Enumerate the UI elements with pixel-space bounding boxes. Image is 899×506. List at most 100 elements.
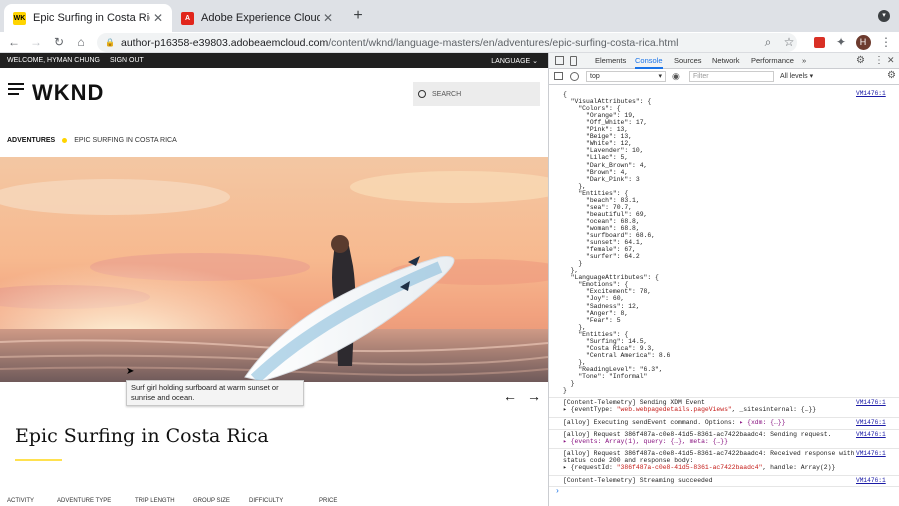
search-placeholder: SEARCH bbox=[432, 90, 462, 98]
new-tab-button[interactable]: + bbox=[350, 7, 366, 25]
sign-out-link[interactable]: SIGN OUT bbox=[110, 57, 144, 64]
console-source-link[interactable]: VM1476:1 bbox=[856, 399, 886, 406]
wknd-favicon-icon: WK bbox=[13, 11, 26, 25]
tab-search-icon[interactable]: ▾ bbox=[878, 10, 890, 22]
devtools-tab-sources[interactable]: Sources bbox=[674, 53, 702, 69]
devtools-tab-elements[interactable]: Elements bbox=[595, 53, 626, 69]
json-line: }, bbox=[563, 358, 587, 366]
adobe-favicon-icon: A bbox=[181, 11, 194, 25]
hamburger-menu-icon[interactable] bbox=[8, 83, 24, 95]
profile-avatar[interactable]: H bbox=[855, 34, 871, 50]
image-alt-tooltip: Surf girl holding surfboard at warm suns… bbox=[126, 380, 304, 406]
wknd-logo[interactable]: WKND bbox=[32, 80, 104, 106]
json-line: }, bbox=[563, 323, 587, 331]
json-line: "Entities": { bbox=[563, 330, 629, 338]
clear-console-icon[interactable] bbox=[570, 72, 579, 81]
carousel-prev-arrow-icon[interactable]: ← bbox=[503, 388, 517, 404]
console-source-link[interactable]: VM1476:1 bbox=[856, 477, 886, 484]
json-line: "Entities": { bbox=[563, 189, 629, 197]
console-object-detail[interactable]: ▸ {events: Array(1), query: {…}, meta: {… bbox=[563, 438, 728, 445]
json-line: "female": 67, bbox=[563, 246, 636, 254]
console-output: VM1476:1 { "VisualAttributes": { "Colors… bbox=[549, 86, 899, 506]
console-separator bbox=[549, 475, 899, 476]
home-icon[interactable]: ⌂ bbox=[73, 34, 89, 50]
json-line: } bbox=[563, 380, 575, 388]
search-box[interactable]: SEARCH bbox=[413, 82, 540, 106]
json-line: } bbox=[563, 260, 583, 268]
json-line: "White": 12, bbox=[563, 140, 633, 148]
console-filter-input[interactable]: Filter bbox=[689, 71, 774, 82]
carousel-next-arrow-icon[interactable]: → bbox=[527, 388, 541, 404]
close-tab-icon[interactable]: ✕ bbox=[320, 11, 336, 25]
browser-menu-icon[interactable]: ⋮ bbox=[878, 34, 894, 50]
json-line: { bbox=[563, 91, 567, 98]
json-line: "Costa Rica": 9.3, bbox=[563, 344, 656, 352]
console-object-detail[interactable]: ▸ {requestId: "386f487a-c0e8-41d5-8361-a… bbox=[563, 464, 835, 471]
devtools-close-icon[interactable]: ✕ bbox=[887, 55, 895, 66]
json-line: "Brown": 4, bbox=[563, 168, 629, 176]
devtools-tab-performance[interactable]: Performance bbox=[751, 53, 794, 69]
tab-adobe-experience-cloud[interactable]: A Adobe Experience Cloud ✕ bbox=[172, 4, 342, 32]
json-line: }, bbox=[563, 267, 579, 275]
console-prompt-input[interactable]: › bbox=[555, 487, 560, 495]
back-arrow-icon[interactable]: ← bbox=[6, 34, 22, 50]
devtools-panel: Elements Console Sources Network Perform… bbox=[548, 53, 899, 506]
live-expression-eye-icon[interactable]: ◉ bbox=[672, 71, 680, 82]
device-toolbar-icon[interactable] bbox=[570, 56, 577, 66]
zoom-icon[interactable]: ⌕ bbox=[760, 34, 776, 50]
json-line: "Dark_Brown": 4, bbox=[563, 161, 648, 169]
json-line: "sea": 70.7, bbox=[563, 203, 633, 211]
json-line: "Central America": 8.6 bbox=[563, 351, 671, 359]
console-object-detail[interactable]: ▸ {eventType: "web.webpagedetails.pageVi… bbox=[563, 406, 816, 413]
reload-icon[interactable]: ↻ bbox=[51, 34, 67, 50]
console-separator bbox=[549, 448, 899, 449]
console-source-link[interactable]: VM1476:1 bbox=[856, 450, 886, 457]
console-source-link[interactable]: VM1476:1 bbox=[856, 431, 886, 438]
json-line: "Colors": { bbox=[563, 105, 621, 113]
devtools-tab-network[interactable]: Network bbox=[712, 53, 740, 69]
extensions-puzzle-icon[interactable]: ✦ bbox=[833, 34, 849, 50]
close-tab-icon[interactable]: ✕ bbox=[150, 11, 166, 25]
site-top-bar: WELCOME, HYMAN CHUNG SIGN OUT LANGUAGE ⌄ bbox=[0, 53, 548, 68]
json-line: "Lilac": 5, bbox=[563, 154, 629, 162]
console-separator bbox=[549, 429, 899, 430]
devtools-tab-console[interactable]: Console bbox=[635, 53, 663, 69]
devtools-menu-icon[interactable]: ⋮ bbox=[874, 55, 884, 66]
json-line: "Lavender": 10, bbox=[563, 147, 644, 155]
console-message: [Content-Telemetry] Streaming succeeded bbox=[563, 477, 713, 484]
language-selector[interactable]: LANGUAGE ⌄ bbox=[491, 57, 538, 65]
json-line: "beautiful": 69, bbox=[563, 210, 648, 218]
console-settings-gear-icon[interactable]: ⚙ bbox=[887, 70, 896, 81]
breadcrumb-adventures[interactable]: ADVENTURES bbox=[7, 137, 55, 144]
inspect-element-icon[interactable] bbox=[555, 56, 564, 65]
json-line: "woman": 68.8, bbox=[563, 224, 640, 232]
json-line: "Excitement": 78, bbox=[563, 288, 652, 296]
json-line: "Surfing": 14.5, bbox=[563, 337, 648, 345]
context-selector[interactable]: top ▾ bbox=[586, 71, 666, 82]
json-line: "Dark_Pink": 3 bbox=[563, 175, 640, 183]
attr-adventure-type: ADVENTURE TYPE bbox=[57, 498, 112, 504]
console-source-link[interactable]: VM1476:1 bbox=[856, 90, 886, 97]
console-sidebar-icon[interactable] bbox=[554, 72, 563, 80]
attr-price: PRICE bbox=[319, 498, 338, 504]
json-line: "Pink": 13, bbox=[563, 126, 629, 134]
attr-trip-length: TRIP LENGTH bbox=[135, 498, 175, 504]
console-object-detail[interactable]: ▸ {xdm: {…}} bbox=[739, 419, 785, 426]
json-line: "Emotions": { bbox=[563, 281, 629, 289]
log-levels-dropdown[interactable]: All levels ▾ bbox=[780, 72, 813, 80]
attr-group-size: GROUP SIZE bbox=[193, 498, 230, 504]
json-line: "ocean": 68.8, bbox=[563, 217, 640, 225]
devtools-settings-gear-icon[interactable]: ⚙ bbox=[856, 55, 865, 66]
console-source-link[interactable]: VM1476:1 bbox=[856, 419, 886, 426]
breadcrumb: ADVENTURES EPIC SURFING IN COSTA RICA bbox=[7, 137, 177, 144]
bookmark-star-icon[interactable]: ☆ bbox=[781, 34, 797, 50]
console-message: [alloy] Request 386f487a-c0e8-41d5-8361-… bbox=[563, 450, 855, 457]
devtools-more-tabs[interactable]: » bbox=[802, 53, 806, 69]
lock-icon[interactable]: 🔒 bbox=[105, 38, 115, 47]
extension-red-icon[interactable] bbox=[811, 34, 827, 50]
address-bar[interactable]: 🔒 author-p16358-e39803.adobeaemcloud.com… bbox=[97, 33, 797, 52]
tab-epic-surfing[interactable]: WK Epic Surfing in Costa Rica ✕ bbox=[4, 4, 172, 32]
devtools-tab-bar: Elements Console Sources Network Perform… bbox=[549, 53, 899, 69]
console-toolbar: top ▾ ◉ Filter All levels ▾ ⚙ bbox=[549, 69, 899, 85]
forward-arrow-icon[interactable]: → bbox=[28, 34, 44, 50]
